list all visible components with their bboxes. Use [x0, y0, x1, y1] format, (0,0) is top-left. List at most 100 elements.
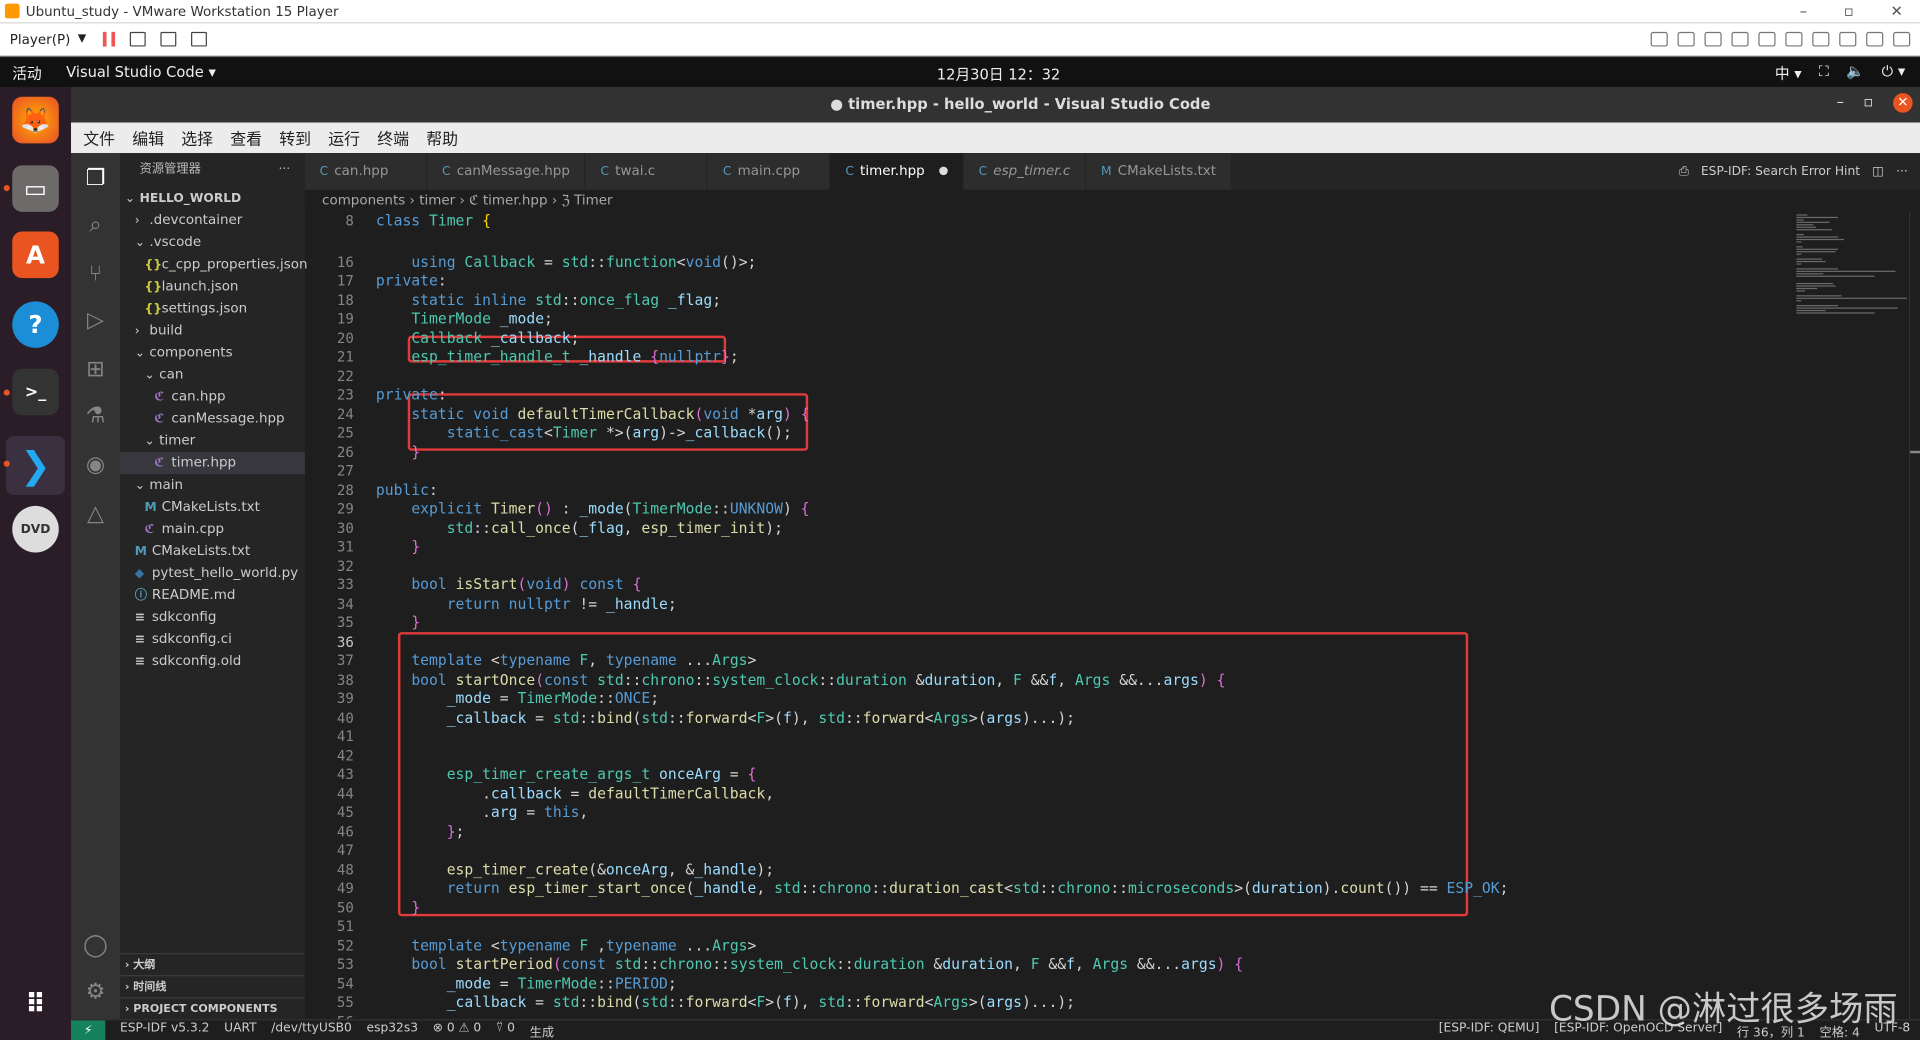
- outline-section[interactable]: › 大纲: [120, 953, 305, 975]
- status-item[interactable]: esp32s3: [367, 1021, 418, 1039]
- tree-file[interactable]: ℭcanMessage.hpp: [120, 408, 305, 430]
- code-line[interactable]: };: [376, 823, 465, 840]
- code-line[interactable]: TimerMode _mode;: [376, 310, 553, 327]
- fullscreen-icon[interactable]: [160, 31, 177, 47]
- code-line[interactable]: static_cast<Timer *>(arg)->_callback();: [376, 424, 792, 441]
- code-line[interactable]: _mode = TimerMode::ONCE;: [376, 690, 659, 707]
- status-item[interactable]: ⍢ 0: [496, 1021, 515, 1039]
- project-components-section[interactable]: › PROJECT COMPONENTS: [120, 997, 305, 1019]
- code-line[interactable]: }: [376, 443, 420, 460]
- explorer-icon[interactable]: ❐: [82, 165, 109, 192]
- tree-file[interactable]: ≡ sdkconfig.old: [120, 650, 305, 672]
- status-item[interactable]: ⊗ 0 ⚠ 0: [433, 1021, 482, 1039]
- status-item[interactable]: ESP-IDF v5.3.2: [120, 1021, 209, 1039]
- ime-indicator[interactable]: 中 ▾: [1775, 62, 1802, 83]
- code-line[interactable]: using Callback = std::function<void()>;: [376, 253, 756, 270]
- code-line[interactable]: return esp_timer_start_once(_handle, std…: [376, 880, 1509, 897]
- status-item[interactable]: UART: [224, 1021, 256, 1039]
- code-line[interactable]: class Timer {: [375, 211, 491, 230]
- more-icon[interactable]: ···: [1896, 165, 1908, 178]
- close-icon[interactable]: ✕: [1893, 93, 1913, 113]
- code-line[interactable]: private:: [376, 272, 447, 289]
- code-line[interactable]: esp_timer_create(&onceArg, &_handle);: [376, 861, 774, 878]
- tab-canmessage-hpp[interactable]: CcanMessage.hpp: [427, 153, 586, 190]
- menu-item[interactable]: 终端: [372, 126, 414, 149]
- app-menu[interactable]: Visual Studio Code ▾: [66, 64, 216, 81]
- minimize-icon[interactable]: –: [1800, 2, 1807, 19]
- dvd-icon[interactable]: DVD: [12, 505, 59, 553]
- menu-item[interactable]: 转到: [274, 126, 316, 149]
- tree-folder[interactable]: ⌄ HELLO_WORLD: [120, 187, 305, 209]
- device-icon[interactable]: [1731, 31, 1749, 47]
- tree-file[interactable]: ℭmain.cpp: [120, 518, 305, 540]
- code-line[interactable]: public:: [376, 481, 438, 498]
- tree-file[interactable]: {}launch.json: [120, 276, 305, 298]
- code-line[interactable]: return nullptr != _handle;: [376, 595, 677, 612]
- code-line[interactable]: _mode = TimerMode::PERIOD;: [376, 974, 677, 991]
- tree-folder[interactable]: ⌄ main: [120, 474, 305, 496]
- device-icon[interactable]: [1839, 31, 1857, 47]
- player-menu[interactable]: Player(P): [10, 31, 71, 47]
- tab-esp-timer-c[interactable]: Cesp_timer.c: [963, 153, 1087, 190]
- tree-folder[interactable]: ⌄ components: [120, 342, 305, 364]
- restore-icon[interactable]: ▫: [1864, 93, 1874, 113]
- more-actions-icon[interactable]: ···: [279, 153, 305, 187]
- code-line[interactable]: static void defaultTimerCallback(void *a…: [376, 405, 809, 422]
- code-line[interactable]: bool startOnce(const std::chrono::system…: [376, 671, 1225, 688]
- tree-file[interactable]: ℭtimer.hpp: [120, 452, 305, 475]
- terminal-icon[interactable]: >_: [12, 368, 59, 416]
- testing-icon[interactable]: ⚗: [82, 403, 109, 430]
- tree-folder[interactable]: ⌄ can: [120, 364, 305, 386]
- tree-folder[interactable]: ⌄ timer: [120, 430, 305, 452]
- espidf-icon[interactable]: ◉: [82, 452, 109, 479]
- tree-file[interactable]: ℭcan.hpp: [120, 386, 305, 408]
- code-line[interactable]: template <typename F, typename ...Args>: [376, 652, 756, 669]
- device-icon[interactable]: [1812, 31, 1830, 47]
- menu-item[interactable]: 帮助: [421, 126, 463, 149]
- code-line[interactable]: bool startPeriod(const std::chrono::syst…: [376, 956, 1243, 973]
- device-icon[interactable]: [1893, 31, 1911, 47]
- code-line[interactable]: }: [376, 899, 420, 916]
- vscode-icon[interactable]: ❯: [6, 436, 65, 495]
- show-apps-icon[interactable]: ⠿: [12, 981, 59, 1028]
- minimize-icon[interactable]: –: [1837, 93, 1844, 113]
- status-item[interactable]: /dev/ttyUSB0: [271, 1021, 352, 1039]
- tab-can-hpp[interactable]: Ccan.hpp: [304, 153, 428, 190]
- menu-item[interactable]: 编辑: [127, 126, 169, 149]
- tree-file[interactable]: ≡ sdkconfig.ci: [120, 628, 305, 650]
- menu-item[interactable]: 运行: [323, 126, 365, 149]
- search-error-hint[interactable]: ESP-IDF: Search Error Hint: [1701, 165, 1860, 178]
- pause-icon[interactable]: [103, 31, 116, 47]
- minimap[interactable]: [1786, 211, 1909, 1020]
- error-hint-icon[interactable]: ⎙: [1679, 165, 1689, 178]
- device-icon[interactable]: [1785, 31, 1803, 47]
- volume-icon[interactable]: 🔈: [1846, 62, 1864, 83]
- code-line[interactable]: }: [376, 614, 420, 631]
- tab-twai-c[interactable]: Ctwai.c: [585, 153, 709, 190]
- split-editor-icon[interactable]: ◫: [1872, 165, 1884, 178]
- status-item[interactable]: 生成: [530, 1021, 554, 1039]
- menu-item[interactable]: 查看: [225, 126, 267, 149]
- tree-file[interactable]: ◆ pytest_hello_world.py: [120, 562, 305, 584]
- send-keys-icon[interactable]: [130, 31, 147, 47]
- code-line[interactable]: explicit Timer() : _mode(TimerMode::UNKN…: [376, 500, 809, 517]
- code-line[interactable]: esp_timer_create_args_t onceArg = {: [376, 766, 757, 783]
- activities-button[interactable]: 活动: [12, 62, 41, 83]
- code-line[interactable]: }: [376, 538, 420, 555]
- code-line[interactable]: template <typename F ,typename ...Args>: [376, 937, 756, 954]
- network-icon[interactable]: ⛶: [1819, 62, 1829, 83]
- status-item[interactable]: [ESP-IDF: QEMU]: [1439, 1021, 1540, 1039]
- device-icon[interactable]: [1677, 31, 1695, 47]
- power-icon[interactable]: ⏻ ▾: [1882, 62, 1906, 83]
- device-icon[interactable]: [1704, 31, 1722, 47]
- modified-dot-icon[interactable]: [939, 166, 948, 176]
- code-line[interactable]: static inline std::once_flag _flag;: [376, 291, 721, 308]
- code-line[interactable]: Callback _callback;: [376, 329, 579, 346]
- files-icon[interactable]: ▭: [12, 165, 59, 212]
- code-editor[interactable]: 8 class Timer {16 using Callback = std::f…: [305, 211, 1787, 1019]
- tree-file[interactable]: {}c_cpp_properties.json: [120, 254, 307, 276]
- device-icon[interactable]: [1758, 31, 1776, 47]
- code-line[interactable]: .callback = defaultTimerCallback,: [376, 785, 774, 802]
- run-debug-icon[interactable]: ▷: [82, 307, 109, 334]
- search-icon[interactable]: ⌕: [82, 212, 109, 239]
